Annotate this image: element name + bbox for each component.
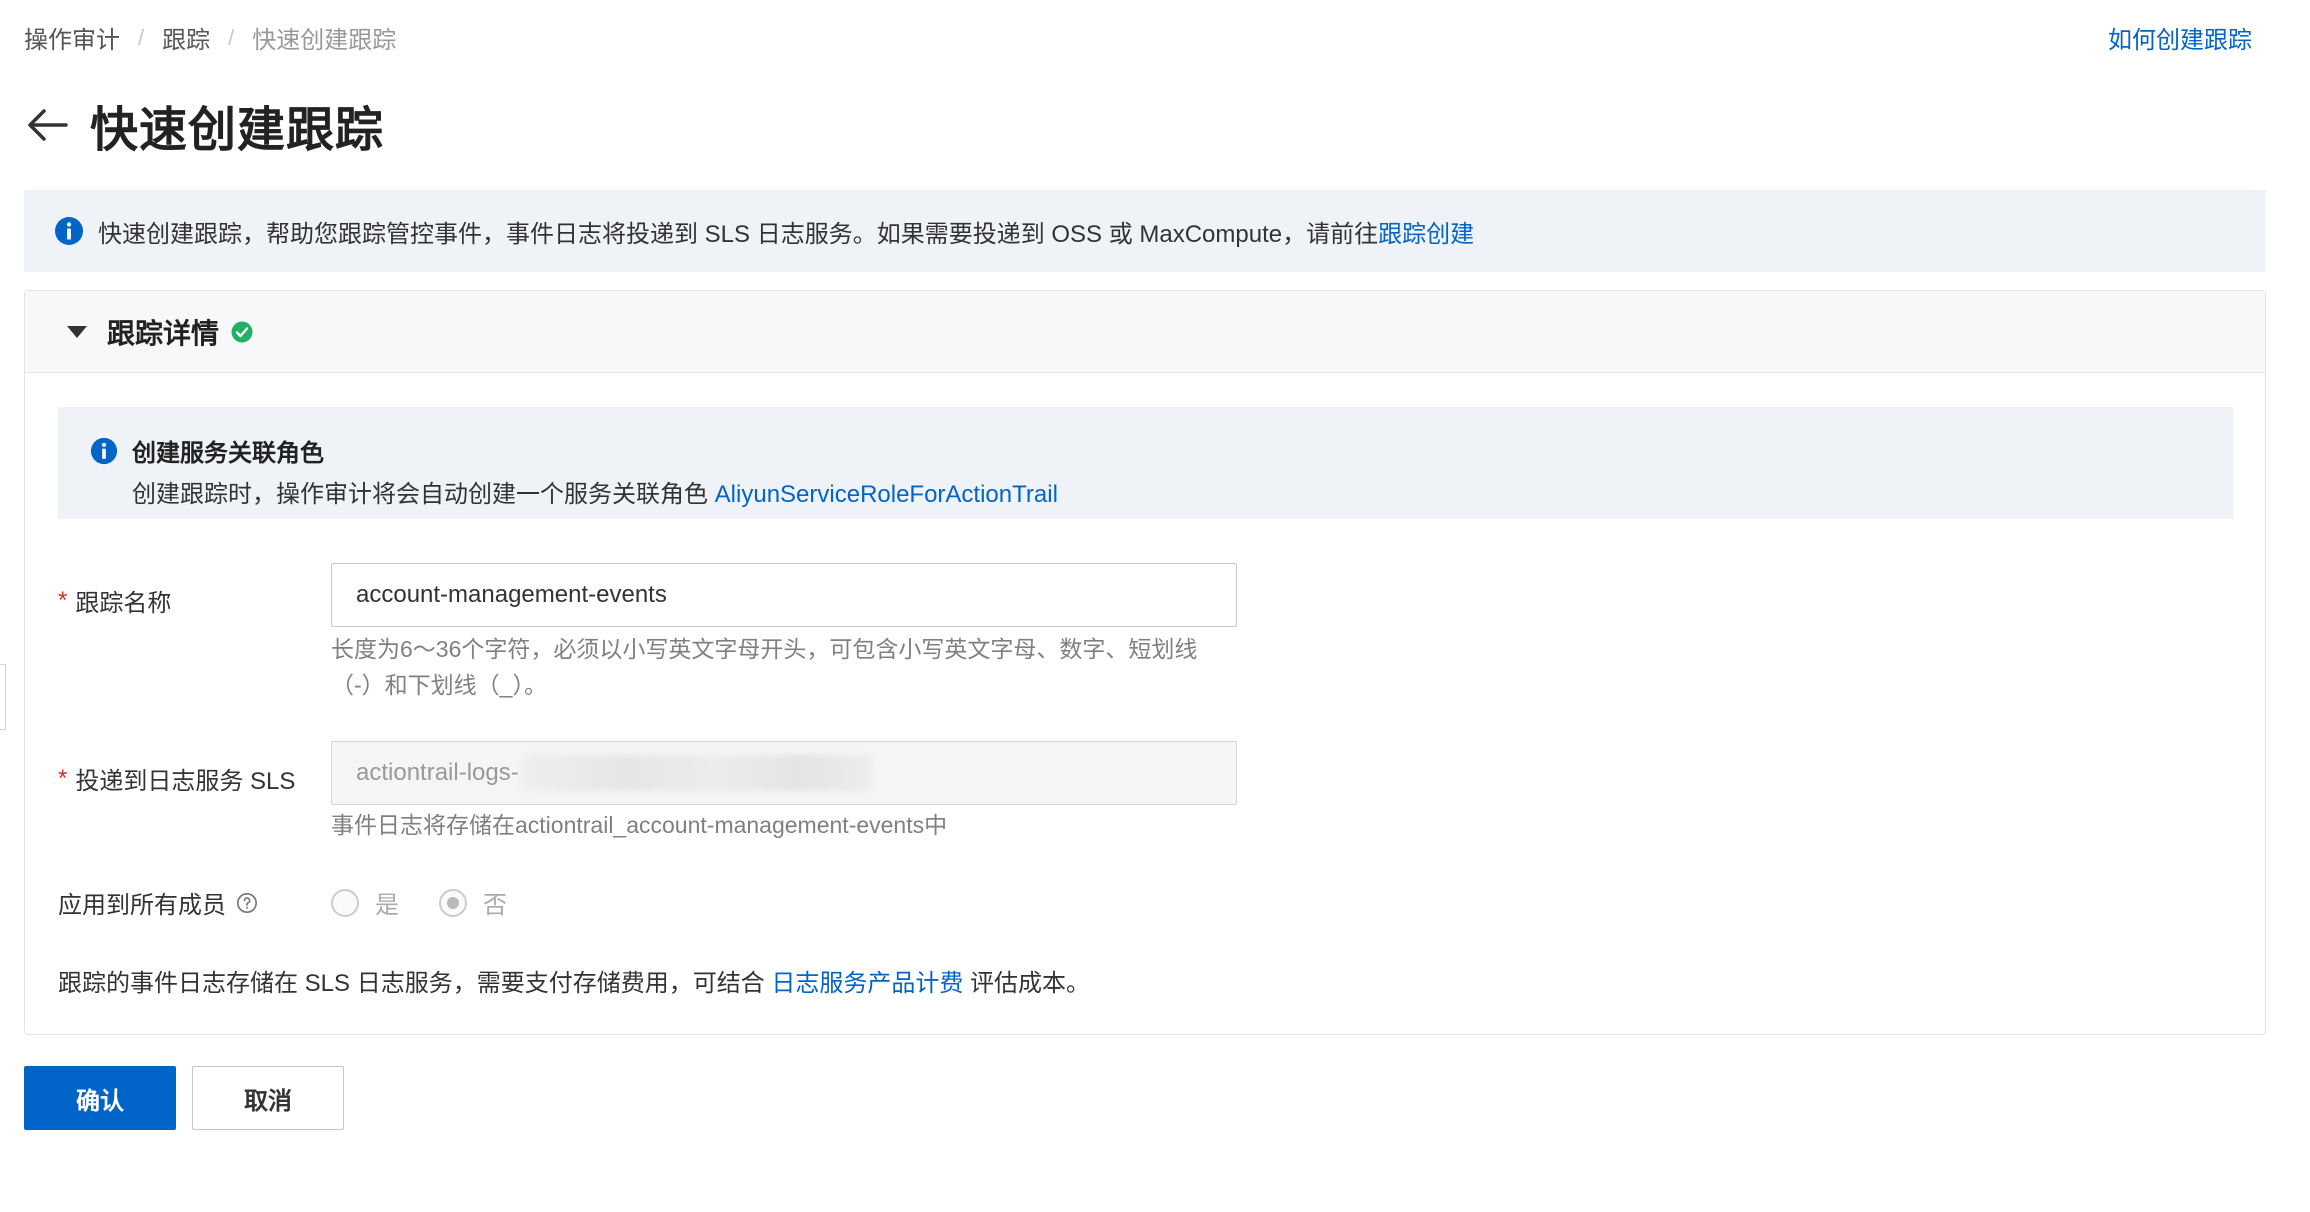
- check-circle-icon: [231, 321, 253, 342]
- page-title: 快速创建跟踪: [90, 104, 385, 157]
- confirm-button[interactable]: 确认: [24, 1066, 176, 1130]
- info-icon: [90, 437, 118, 464]
- panel-title: 跟踪详情: [107, 317, 220, 349]
- radio-no[interactable]: 否: [439, 885, 507, 920]
- trail-name-label: * 跟踪名称: [58, 583, 171, 618]
- side-drawer-handle[interactable]: [0, 664, 6, 730]
- radio-yes[interactable]: 是: [331, 885, 399, 920]
- cost-note: 跟踪的事件日志存储在 SLS 日志服务，需要支付存储费用，可结合 日志服务产品计…: [58, 963, 1090, 998]
- radio-no-label: 否: [483, 892, 507, 919]
- cost-note-suffix: 评估成本。: [963, 970, 1091, 997]
- trail-name-label-text: 跟踪名称: [75, 590, 172, 617]
- sls-project-value: actiontrail-logs-: [356, 759, 519, 786]
- sls-project-input: actiontrail-logs-: [331, 741, 1237, 805]
- sls-label: * 投递到日志服务 SLS: [58, 761, 295, 796]
- role-title: 创建服务关联角色: [132, 440, 324, 467]
- trail-name-value: account-management-events: [356, 581, 667, 608]
- apply-all-label: 应用到所有成员: [58, 885, 258, 920]
- caret-down-icon: [67, 325, 87, 338]
- info-icon: [55, 217, 83, 245]
- trail-name-input[interactable]: account-management-events: [331, 563, 1237, 627]
- radio-yes-label: 是: [375, 892, 399, 919]
- apply-all-label-text: 应用到所有成员: [58, 892, 226, 919]
- page: 操作审计 / 跟踪 / 快速创建跟踪 如何创建跟踪 快速创建跟踪 快速创建跟踪，…: [0, 0, 2310, 1212]
- radio-circle: [331, 888, 359, 917]
- help-question-icon[interactable]: [236, 892, 258, 914]
- role-desc: 创建跟踪时，操作审计将会自动创建一个服务关联角色: [132, 481, 715, 508]
- required-mark: *: [58, 586, 68, 614]
- back-arrow-icon[interactable]: [22, 100, 72, 150]
- radio-circle-checked: [439, 888, 467, 917]
- cancel-button[interactable]: 取消: [192, 1066, 344, 1130]
- info-banner: 快速创建跟踪，帮助您跟踪管控事件，事件日志将投递到 SLS 日志服务。如果需要投…: [24, 190, 2266, 272]
- sls-hint: 事件日志将存储在actiontrail_account-management-e…: [331, 812, 948, 838]
- banner-text: 快速创建跟踪，帮助您跟踪管控事件，事件日志将投递到 SLS 日志服务。如果需要投…: [98, 220, 1379, 248]
- required-mark: *: [58, 764, 68, 792]
- help-link[interactable]: 如何创建跟踪: [2108, 20, 2252, 55]
- title-row: 快速创建跟踪: [22, 90, 384, 160]
- sls-billing-link[interactable]: 日志服务产品计费: [771, 970, 963, 997]
- breadcrumb-item-audit[interactable]: 操作审计: [24, 20, 120, 55]
- panel-header[interactable]: 跟踪详情: [25, 291, 2265, 373]
- redacted-value: [522, 755, 873, 791]
- breadcrumb-separator: /: [138, 24, 145, 50]
- breadcrumb-item-trail[interactable]: 跟踪: [162, 20, 210, 55]
- apply-all-radio-group: 是 否: [331, 885, 547, 920]
- trail-details-panel: 跟踪详情 创建服务关联角色 创建跟踪时，操作审计将会自动创建一个服务关联角色 A…: [24, 290, 2266, 1035]
- breadcrumb-separator: /: [228, 24, 235, 50]
- breadcrumb: 操作审计 / 跟踪 / 快速创建跟踪: [24, 20, 396, 55]
- trail-create-link[interactable]: 跟踪创建: [1378, 214, 1474, 249]
- sls-label-text: 投递到日志服务 SLS: [75, 768, 296, 795]
- breadcrumb-item-current: 快速创建跟踪: [252, 27, 397, 54]
- role-link[interactable]: AliyunServiceRoleForActionTrail: [715, 481, 1058, 508]
- cost-note-prefix: 跟踪的事件日志存储在 SLS 日志服务，需要支付存储费用，可结合: [58, 970, 772, 997]
- service-role-notice: 创建服务关联角色 创建跟踪时，操作审计将会自动创建一个服务关联角色 Aliyun…: [58, 407, 2234, 519]
- trail-name-hint: 长度为6～36个字符，必须以小写英文字母开头，可包含小写英文字母、数字、短划线（…: [331, 636, 1198, 698]
